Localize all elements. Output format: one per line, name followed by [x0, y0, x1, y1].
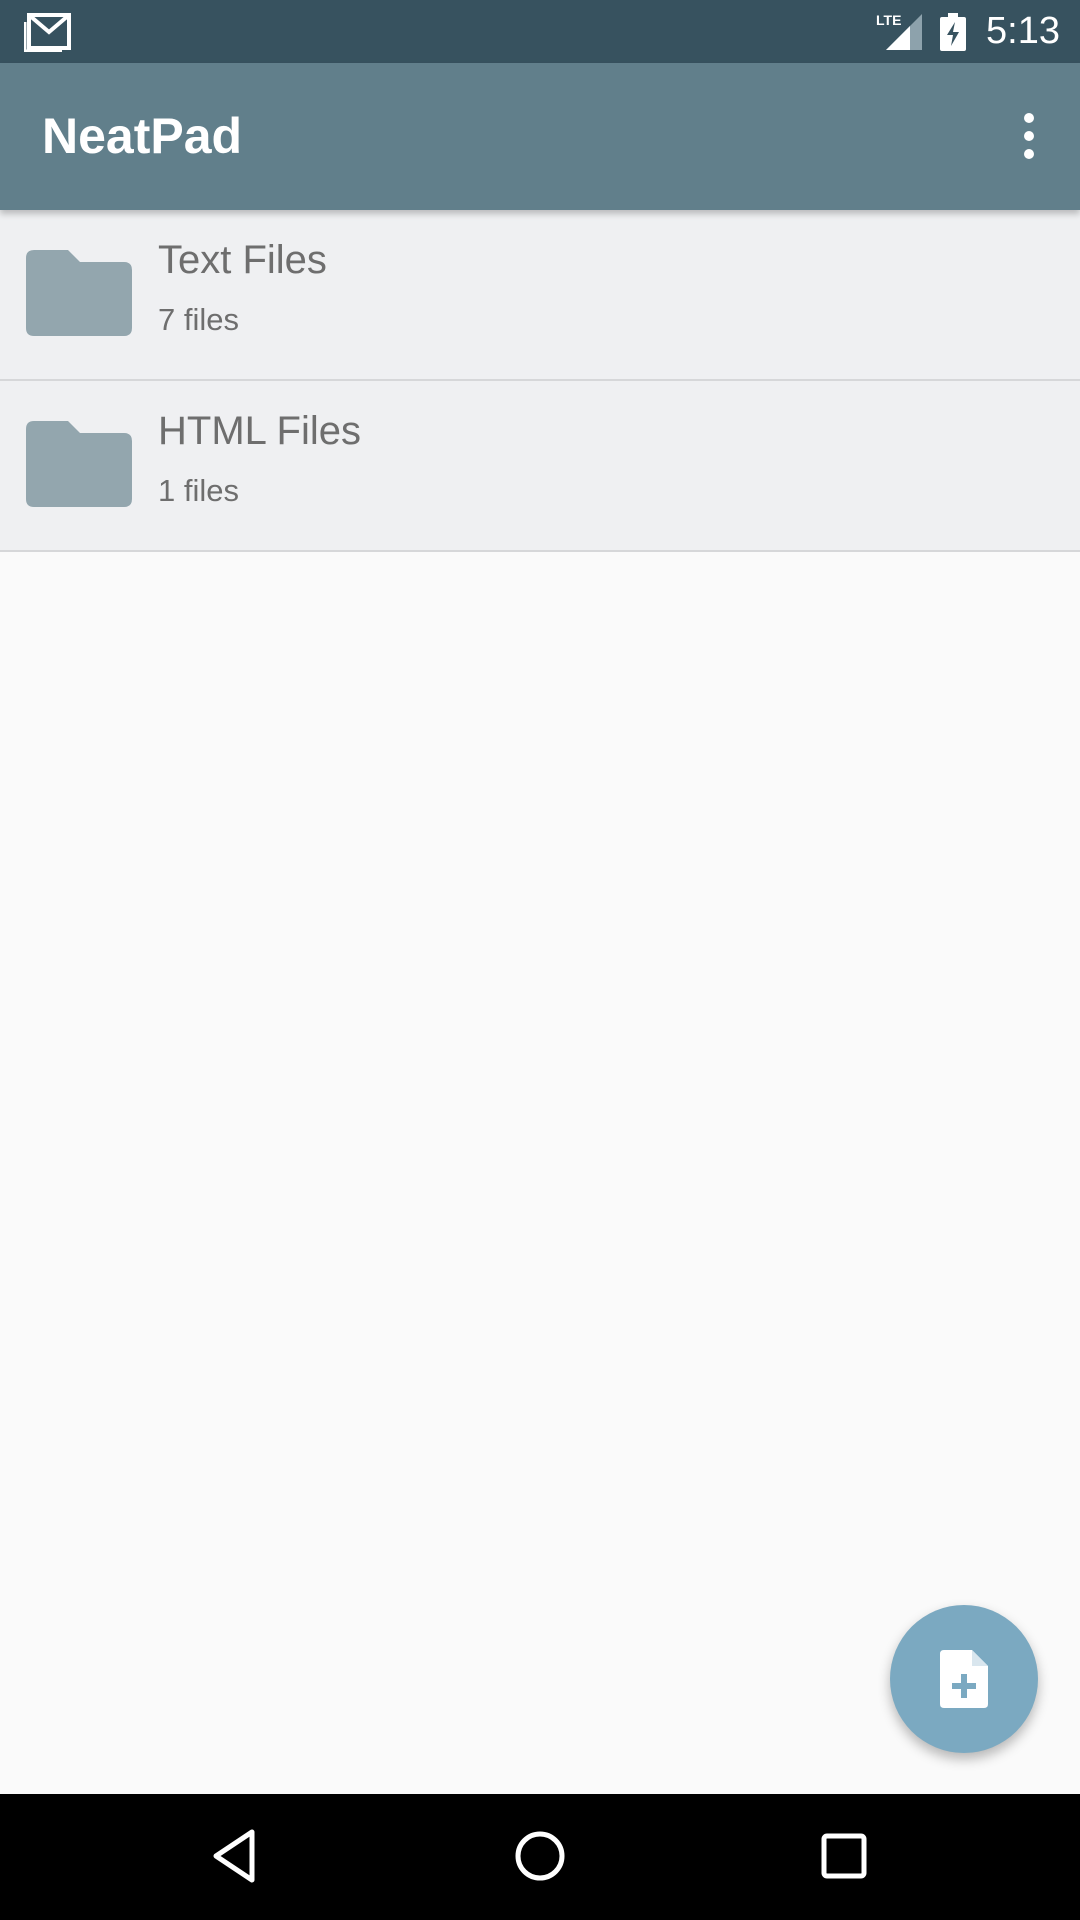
folder-icon: [26, 421, 132, 507]
battery-charging-icon: [940, 12, 967, 51]
folder-file-count: 1 files: [158, 473, 239, 508]
overflow-dot: [1024, 149, 1034, 159]
folder-icon: [26, 250, 132, 336]
folder-file-count: 7 files: [158, 302, 239, 337]
folder-item-html-files[interactable]: HTML Files 1 files: [0, 381, 1080, 552]
svg-text:LTE: LTE: [876, 12, 901, 28]
folder-name: HTML Files: [158, 409, 361, 453]
folder-name: Text Files: [158, 238, 327, 282]
app-title: NeatPad: [42, 108, 243, 164]
folder-list: Text Files 7 files HTML Files 1 files: [0, 210, 1080, 552]
recents-icon[interactable]: [814, 1826, 874, 1886]
folder-item-text-files[interactable]: Text Files 7 files: [0, 210, 1080, 381]
overflow-dot: [1024, 131, 1034, 141]
status-clock: 5:13: [986, 10, 1060, 52]
gmail-icon: [24, 13, 71, 52]
lte-signal-icon: LTE: [876, 12, 923, 50]
status-bar: LTE 5:13: [0, 0, 1080, 63]
new-file-button[interactable]: [890, 1605, 1038, 1753]
more-vert-icon[interactable]: [1004, 111, 1054, 161]
overflow-dot: [1024, 113, 1034, 123]
app-bar: NeatPad: [0, 63, 1080, 210]
back-icon[interactable]: [206, 1826, 266, 1886]
home-icon[interactable]: [510, 1826, 570, 1886]
system-nav-bar: [0, 1794, 1080, 1920]
new-file-icon: [940, 1650, 988, 1708]
